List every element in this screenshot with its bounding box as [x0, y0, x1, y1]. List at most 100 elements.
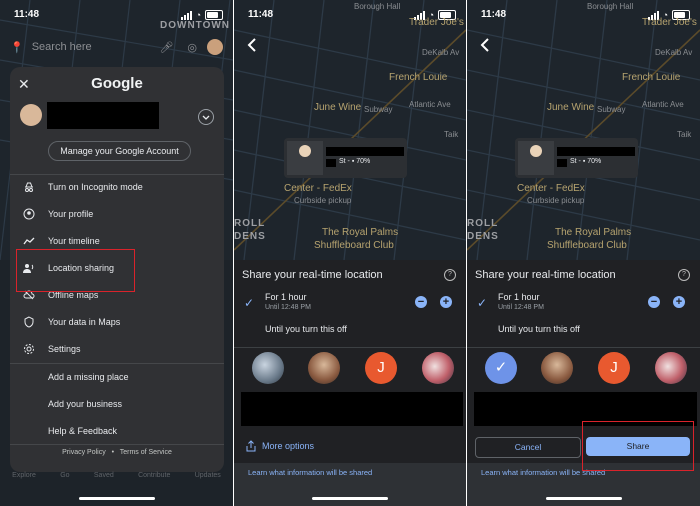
nav-updates[interactable]: Updates: [195, 472, 221, 486]
share-sheet: Share your real-time location ? ✓ For 1 …: [234, 260, 466, 506]
map-label: DeKalb Av: [655, 48, 693, 57]
map-label: DENS: [467, 231, 499, 242]
menu-label: Turn on Incognito mode: [48, 182, 143, 192]
menu-label: Your profile: [48, 209, 94, 219]
menu-item-your-data[interactable]: Your data in Maps: [10, 312, 224, 332]
wifi-icon: ◔: [195, 10, 201, 20]
manage-account-button[interactable]: Manage your Google Account: [48, 141, 191, 161]
status-time: 11:48: [248, 9, 274, 20]
shield-icon: [22, 315, 36, 329]
battery-icon: [205, 10, 223, 20]
nav-go[interactable]: Go: [60, 472, 69, 486]
menu-item-timeline[interactable]: Your timeline: [10, 231, 224, 251]
footer-separator: •: [111, 449, 115, 456]
menu-label: Add your business: [48, 399, 123, 409]
back-arrow-icon[interactable]: [244, 36, 262, 54]
menu-item-profile[interactable]: Your profile: [10, 204, 224, 224]
redacted-name: [326, 147, 404, 156]
highlight-box: [582, 421, 694, 471]
card-status: St - ▪ 70%: [339, 158, 371, 165]
home-indicator: [312, 497, 388, 500]
profile-icon: [22, 207, 36, 221]
until-off-option[interactable]: Until you turn this off: [265, 324, 347, 334]
search-bar[interactable]: 📍 Search here 🎤︎ ◎: [10, 36, 223, 58]
panel-menu: 11:48 ◔ DOWNTOWN 📍 Search here 🎤︎ ◎ ✕ Go…: [0, 0, 233, 506]
contact-avatar[interactable]: [308, 352, 340, 384]
menu-label: Help & Feedback: [48, 426, 118, 436]
avatar[interactable]: [207, 39, 223, 55]
contact-avatar-j[interactable]: J: [598, 352, 630, 384]
panel-share-select: 11:48 ◔ Borough Hall Trader Joe's DeKalb…: [234, 0, 466, 506]
card-thumbnail: [287, 141, 323, 175]
until-off-option[interactable]: Until you turn this off: [498, 324, 580, 334]
contact-avatar-selected[interactable]: ✓: [485, 352, 517, 384]
minus-button[interactable]: −: [648, 296, 660, 308]
map-label: Center - FedEx: [284, 183, 352, 194]
map-label: ROLL: [467, 218, 499, 229]
checkmark-icon: ✓: [244, 296, 255, 310]
menu-item-add-business[interactable]: Add your business: [10, 394, 224, 414]
menu-item-settings[interactable]: Settings: [10, 339, 224, 359]
divider: [10, 174, 224, 175]
account-avatar: [20, 104, 42, 126]
signal-icon: [180, 10, 192, 20]
contact-avatar-j[interactable]: J: [365, 352, 397, 384]
menu-label: Your timeline: [48, 236, 100, 246]
minus-button[interactable]: −: [415, 296, 427, 308]
map-label: Shuffleboard Club: [547, 240, 627, 251]
menu-item-incognito[interactable]: Turn on Incognito mode: [10, 177, 224, 197]
cancel-button[interactable]: Cancel: [475, 437, 581, 458]
redacted-contacts: [241, 392, 463, 426]
location-card[interactable]: St - ▪ 70%: [284, 138, 407, 178]
avatar: [299, 145, 311, 157]
learn-link[interactable]: Learn what information will be shared: [248, 468, 372, 477]
avatar: [530, 145, 542, 157]
share-sheet-title: Share your real-time location: [475, 269, 616, 281]
plus-button[interactable]: +: [673, 296, 685, 308]
checkmark-icon: ✓: [477, 296, 488, 310]
map-label: Atlantic Ave: [409, 100, 451, 109]
privacy-policy-link[interactable]: Privacy Policy: [62, 449, 106, 456]
home-indicator: [78, 497, 155, 500]
map-label: Center - FedEx: [517, 183, 585, 194]
duration-label[interactable]: For 1 hour: [265, 292, 307, 302]
status-icons: ◔: [180, 10, 223, 20]
chevron-down-icon[interactable]: [198, 109, 214, 125]
contact-avatar[interactable]: [252, 352, 284, 384]
nav-contribute[interactable]: Contribute: [138, 472, 170, 486]
nav-saved[interactable]: Saved: [94, 472, 114, 486]
contact-avatar[interactable]: [655, 352, 687, 384]
search-input[interactable]: Search here: [32, 41, 160, 53]
map-label: ROLL: [234, 218, 266, 229]
help-icon[interactable]: ?: [678, 269, 690, 281]
map-label: The Royal Palms: [322, 227, 399, 238]
lens-icon[interactable]: ◎: [187, 41, 197, 54]
plus-button[interactable]: +: [440, 296, 452, 308]
map-label: The Royal Palms: [555, 227, 632, 238]
map-background[interactable]: [467, 0, 700, 260]
contact-avatar[interactable]: [422, 352, 454, 384]
menu-item-help-feedback[interactable]: Help & Feedback: [10, 421, 224, 441]
more-options-button[interactable]: More options: [246, 440, 314, 452]
nav-explore[interactable]: Explore: [12, 472, 36, 486]
divider: [10, 363, 224, 364]
drawer-footer: Privacy Policy • Terms of Service: [10, 449, 224, 456]
menu-item-add-missing-place[interactable]: Add a missing place: [10, 367, 224, 387]
map-label: Trader Joe's: [642, 17, 697, 28]
map-label: Taik: [677, 130, 692, 139]
contact-avatar[interactable]: [541, 352, 573, 384]
terms-link[interactable]: Terms of Service: [120, 449, 172, 456]
back-arrow-icon[interactable]: [477, 36, 495, 54]
map-label: Subway: [597, 105, 626, 114]
contact-row: ✓ J: [467, 352, 700, 386]
map-label: Subway: [364, 105, 393, 114]
duration-label[interactable]: For 1 hour: [498, 292, 540, 302]
map-label: Curbside pickup: [527, 196, 585, 205]
map-background[interactable]: [234, 0, 466, 260]
map-label: June Wine: [547, 102, 595, 113]
status-time: 11:48: [481, 9, 507, 20]
help-icon[interactable]: ?: [444, 269, 456, 281]
microphone-icon[interactable]: 🎤︎: [159, 41, 173, 54]
incognito-icon: [22, 180, 36, 194]
location-card[interactable]: St - ▪ 70%: [515, 138, 638, 178]
